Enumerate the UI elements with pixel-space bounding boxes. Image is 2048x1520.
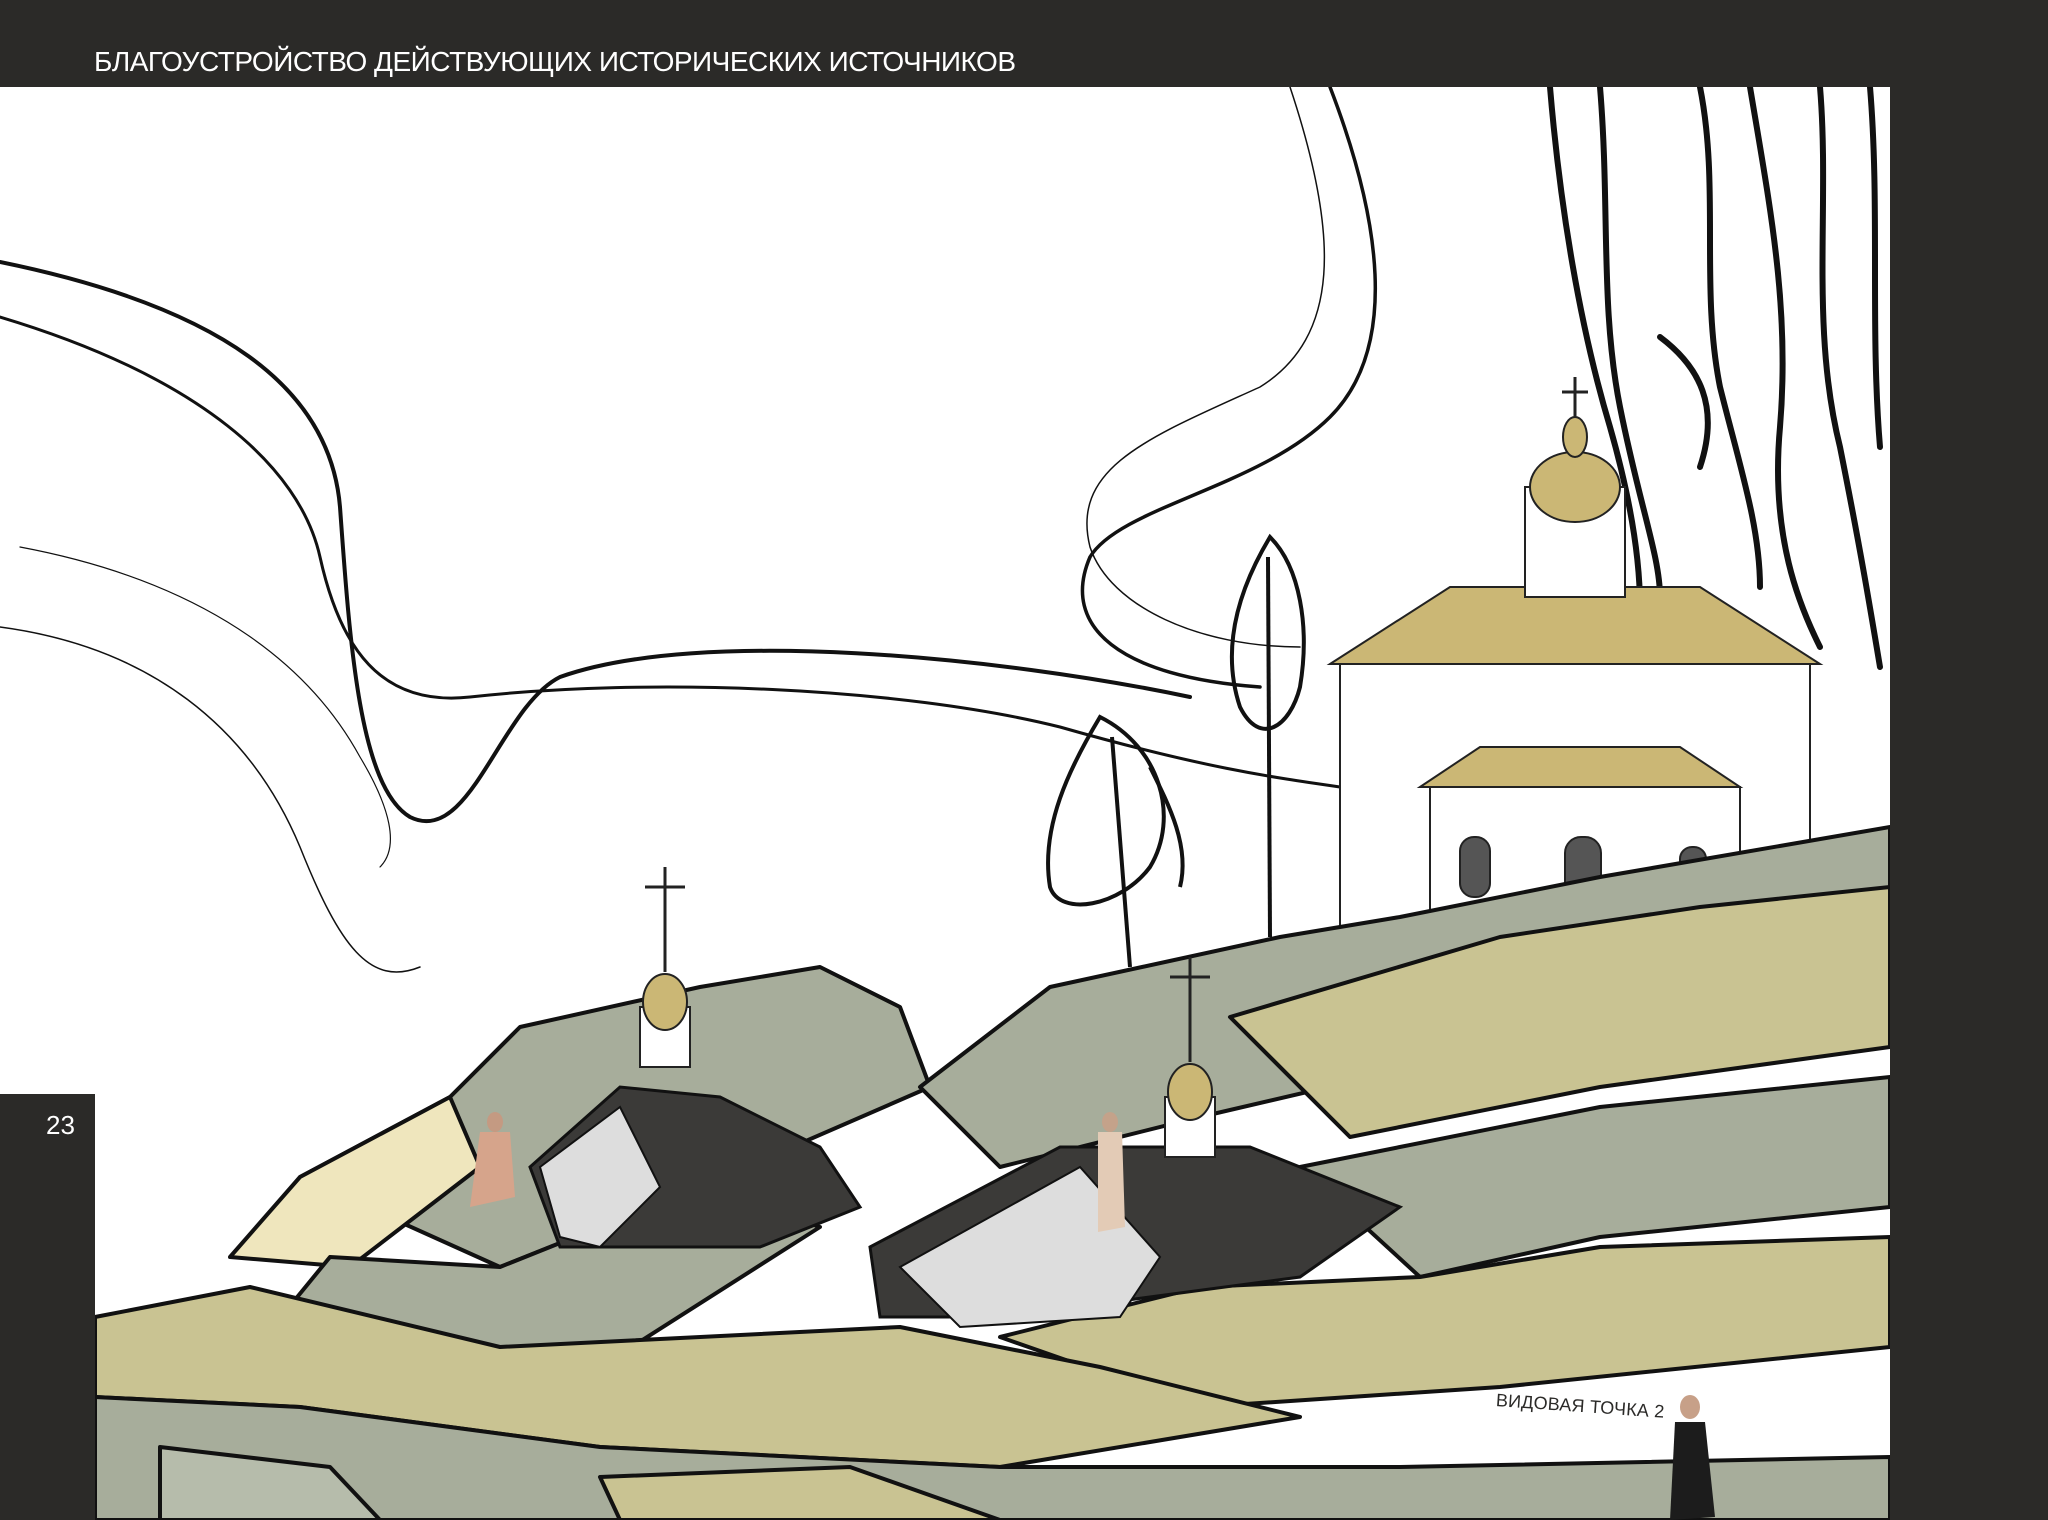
tree-crown [1148,766,1185,888]
tree-trunk [1657,334,1711,470]
tree-trunk [1110,736,1132,968]
contour-line [1080,87,1378,689]
page-title: БЛАГОУСТРОЙСТВО ДЕЙСТВУЮЩИХ ИСТОРИЧЕСКИХ… [94,46,1016,77]
right-frame-strip [1890,87,2048,1520]
contour-line [0,260,1192,823]
contour-line [19,546,391,868]
page: 23 БЛАГОУСТРОЙСТВО ДЕЙСТВУЮЩИХ ИСТОРИЧЕС… [0,0,2048,1520]
contour-line [0,315,1342,789]
page-number: 23 [46,1110,75,1140]
tree-trunk [1266,556,1272,938]
tree-trunk [1817,87,1883,670]
tree-trunk [1867,87,1883,450]
tree-crown [1046,714,1166,907]
page-number-strip [0,1094,95,1520]
person-figure [1670,1395,1715,1520]
landscape-illustration [0,87,1890,1520]
tree-trunk [1697,87,1763,590]
